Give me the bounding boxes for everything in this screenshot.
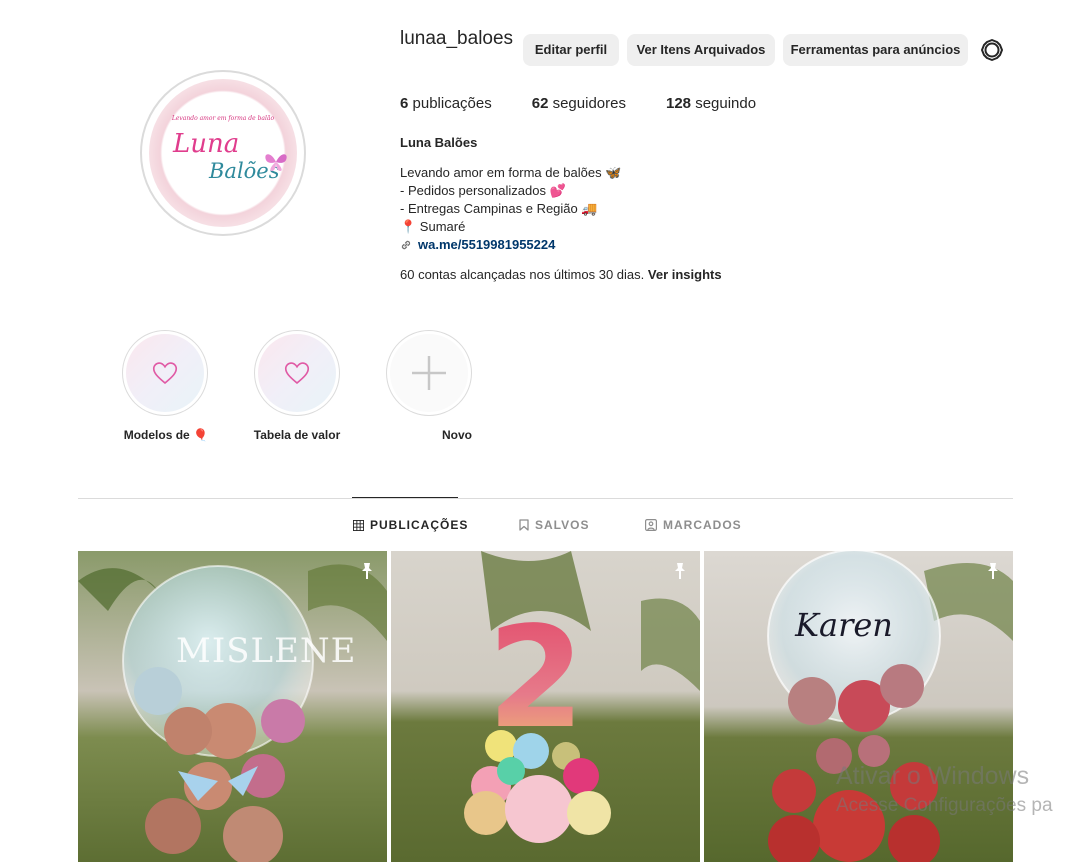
bio-line: - Pedidos personalizados 💕 (400, 183, 566, 198)
profile-stats: 6 publicações 62 seguidores 128 seguindo (400, 95, 796, 112)
highlight-ring (386, 330, 472, 416)
tab-label: PUBLICAÇÕES (370, 518, 469, 532)
plus-icon (412, 356, 446, 390)
highlight-cover (258, 334, 336, 412)
windows-activation-watermark: Ativar o Windows Acesse Configurações pa (836, 762, 1053, 817)
ad-tools-button[interactable]: Ferramentas para anúncios (783, 34, 968, 66)
bio-line: - Entregas Campinas e Região 🚚 (400, 201, 598, 216)
tab-tagged[interactable]: MARCADOS (645, 518, 742, 532)
grid-icon (353, 519, 364, 531)
highlight-new[interactable]: Novo (386, 330, 472, 444)
watermark-subtitle: Acesse Configurações pa (836, 795, 1053, 816)
tab-label: SALVOS (535, 518, 590, 532)
edit-profile-button[interactable]: Editar perfil (523, 34, 619, 66)
insights-text: 60 contas alcançadas nos últimos 30 dias… (400, 267, 645, 282)
post-caption: Karen (794, 606, 893, 644)
logo-tagline: Levando amor em forma de balão (171, 115, 275, 122)
tagged-icon (645, 519, 657, 531)
bio-line: 📍 Sumaré (400, 219, 466, 234)
stat-following[interactable]: 128 seguindo (666, 95, 756, 112)
bio-line: Levando amor em forma de balões 🦋 (400, 165, 622, 180)
heart-icon (284, 362, 310, 385)
insights-row: 60 contas alcançadas nos últimos 30 dias… (400, 267, 722, 282)
stat-followers-label: seguidores (552, 95, 626, 112)
stat-posts[interactable]: 6 publicações (400, 95, 492, 112)
stat-posts-label: publicações (412, 95, 492, 112)
stat-followers[interactable]: 62 seguidores (532, 95, 626, 112)
view-insights-link[interactable]: Ver insights (648, 267, 722, 282)
stat-followers-count: 62 (531, 95, 549, 112)
highlight-label: Modelos de 🎈 (123, 428, 208, 442)
highlight-label: Novo (442, 428, 472, 442)
bio-link[interactable]: wa.me/5519981955224 (400, 236, 820, 254)
post-tile[interactable]: MISLENE (78, 551, 387, 862)
highlight-tabela[interactable]: Tabela de valor (254, 330, 340, 444)
post-image: 2 (391, 551, 700, 862)
highlight-ring (254, 330, 340, 416)
active-tab-indicator (352, 497, 458, 498)
post-caption: MISLENE (176, 631, 357, 671)
highlight-ring (122, 330, 208, 416)
butterfly-icon (265, 154, 287, 171)
highlight-modelos[interactable]: Modelos de 🎈 (122, 330, 208, 444)
tab-posts[interactable]: PUBLICAÇÕES (353, 518, 468, 532)
logo-luna-text: Luna (173, 129, 240, 159)
highlight-cover (390, 334, 468, 412)
pin-icon (362, 563, 372, 579)
link-icon (401, 240, 411, 250)
highlight-label: Tabela de valor (253, 428, 341, 442)
luna-baloes-logo: Levando amor em forma de balão Luna Balõ… (149, 79, 297, 227)
bio-name: Luna Balões (400, 135, 478, 150)
tab-saved[interactable]: SALVOS (519, 518, 589, 532)
tabs-divider (78, 498, 1013, 499)
view-archive-button[interactable]: Ver Itens Arquivados (627, 34, 775, 66)
profile-bio: Luna Balões Levando amor em forma de bal… (400, 134, 820, 254)
post-image (78, 551, 387, 862)
watermark-title: Ativar o Windows (836, 762, 1030, 790)
profile-username: lunaa_baloes (400, 28, 514, 49)
profile-avatar[interactable]: Levando amor em forma de balão Luna Balõ… (140, 70, 306, 236)
settings-gear-icon[interactable] (980, 38, 1004, 62)
tab-label: MARCADOS (663, 518, 742, 532)
bookmark-icon (519, 519, 529, 531)
pin-icon (675, 563, 685, 579)
stat-posts-count: 6 (400, 95, 409, 112)
post-tile[interactable]: 2 (391, 551, 700, 862)
pin-icon (988, 563, 998, 579)
heart-icon (152, 362, 178, 385)
stat-following-label: seguindo (695, 95, 757, 112)
highlight-cover (126, 334, 204, 412)
bio-link-text[interactable]: wa.me/5519981955224 (418, 236, 555, 254)
stat-following-count: 128 (665, 95, 692, 112)
